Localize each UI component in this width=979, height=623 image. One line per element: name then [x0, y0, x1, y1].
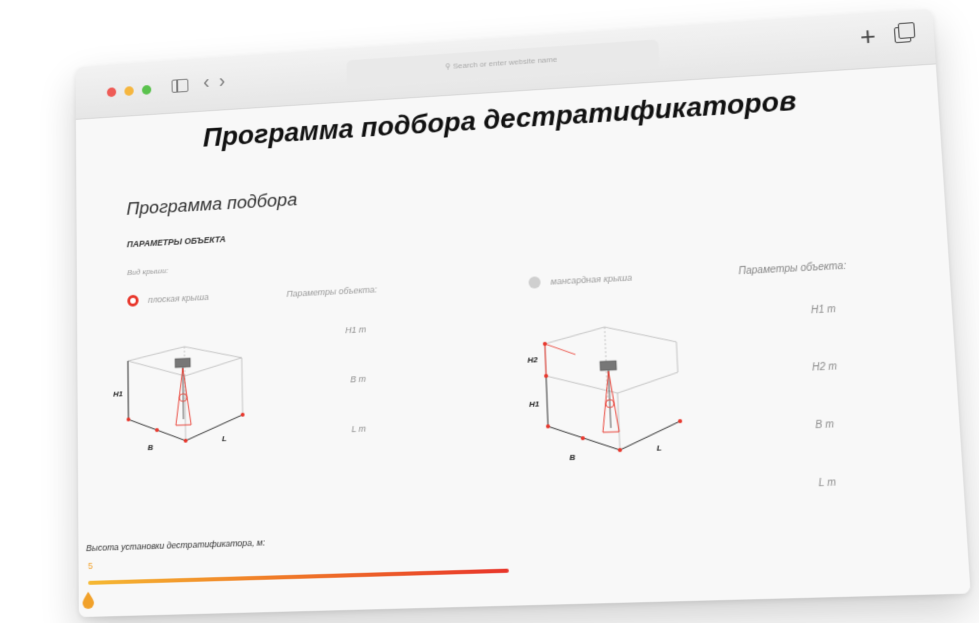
install-height-value: 5 — [87, 560, 93, 571]
install-height-label: Высота установки дестратификатора, м: — [85, 537, 266, 554]
mansard-roof-label: мансардная крыша — [550, 272, 633, 287]
install-height-slider[interactable] — [88, 568, 509, 585]
flat-b-label: B — [148, 443, 154, 452]
flat-roof-radio[interactable] — [127, 294, 139, 307]
destratifier-unit-icon — [175, 358, 190, 367]
mansard-h2-label: H2 — [527, 355, 538, 365]
window-controls — [106, 84, 152, 98]
mansard-h2-field[interactable]: H2 m — [812, 361, 838, 373]
mansard-roof-option[interactable]: мансардная крыша — [528, 272, 632, 289]
flat-h1-label: H1 — [113, 389, 123, 398]
flat-b-field[interactable]: B m — [350, 374, 366, 385]
navigation-arrows: ‹› — [203, 70, 235, 94]
destratifier-unit-icon — [600, 361, 617, 371]
mansard-b-label: B — [569, 453, 576, 463]
back-icon[interactable]: ‹ — [203, 71, 219, 93]
flat-l-label: L — [222, 434, 227, 443]
mansard-roof-params-label: Параметры объекта: — [738, 260, 847, 278]
mansard-l-label: L — [656, 443, 662, 453]
new-tab-icon[interactable]: + — [859, 21, 876, 53]
flat-h1-field[interactable]: H1 m — [345, 324, 366, 335]
close-window-button[interactable] — [106, 87, 117, 98]
mansard-roof-diagram: H2 H1 B L — [527, 319, 692, 463]
params-heading: ПАРАМЕТРЫ ОБЪЕКТА — [126, 234, 226, 250]
sidebar-toggle-icon[interactable] — [171, 78, 189, 93]
flat-roof-diagram: H1 B L — [113, 336, 253, 452]
address-bar-placeholder: Search or enter website name — [452, 54, 558, 71]
flat-l-field[interactable]: L m — [351, 424, 366, 435]
section-title: Программа подбора — [126, 189, 298, 220]
flat-roof-params-label: Параметры объекта: — [286, 284, 378, 299]
mansard-h1-label: H1 — [529, 399, 540, 409]
flat-roof-label: плоская крыша — [147, 292, 209, 305]
roof-type-label: Вид крыши: — [127, 266, 169, 278]
flat-roof-option[interactable]: плоская крыша — [127, 291, 209, 307]
browser-window: ‹› ⚲ Search or enter website name + Прог… — [75, 9, 971, 618]
address-bar[interactable]: ⚲ Search or enter website name — [346, 39, 660, 88]
mansard-l-field[interactable]: L m — [818, 477, 836, 489]
mansard-h1-field[interactable]: H1 m — [811, 304, 837, 316]
tab-overview-icon[interactable] — [893, 26, 912, 44]
mansard-b-field[interactable]: B m — [815, 419, 834, 431]
maximize-window-button[interactable] — [141, 84, 152, 95]
minimize-window-button[interactable] — [124, 86, 134, 97]
drop-icon — [82, 591, 95, 610]
forward-icon[interactable]: › — [219, 70, 235, 92]
page-content: Программа подбора дестратификаторов Прог… — [75, 64, 971, 618]
mansard-roof-radio[interactable] — [528, 276, 541, 289]
browser-mockup: ‹› ⚲ Search or enter website name + Прог… — [0, 0, 979, 623]
